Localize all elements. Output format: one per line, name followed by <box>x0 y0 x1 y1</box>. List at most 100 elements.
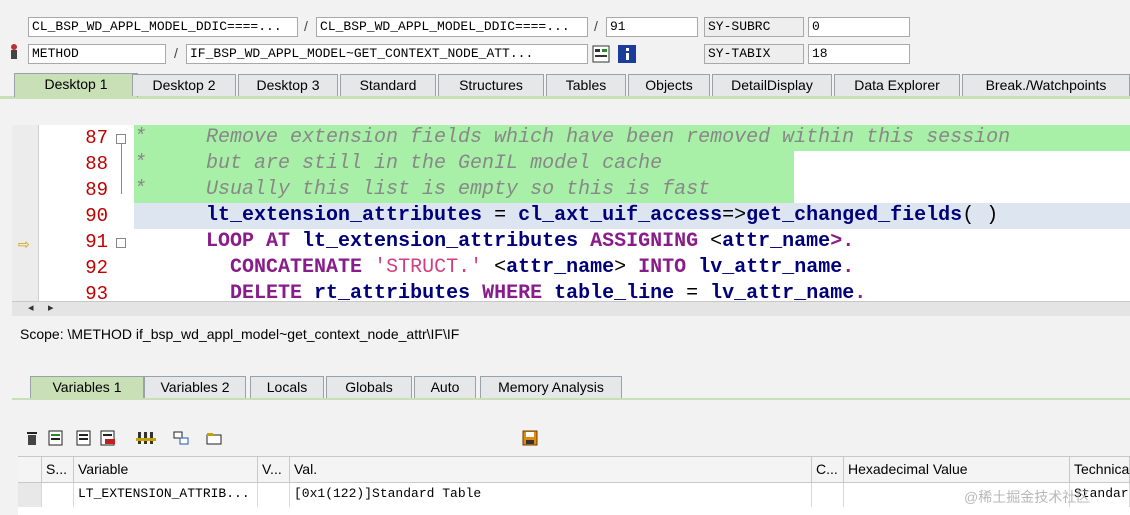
code-token: WHERE <box>482 282 543 301</box>
tab-objects[interactable]: Objects <box>628 74 710 96</box>
code-token: * Usually this list is empty so this is … <box>134 178 711 201</box>
line-number: 87 <box>85 127 108 149</box>
column-header-variable[interactable]: Variable <box>74 457 258 483</box>
code-token: < <box>482 256 507 279</box>
code-token: INTO <box>638 256 687 279</box>
event-field[interactable]: IF_BSP_WD_APPL_MODEL~GET_CONTEXT_NODE_AT… <box>186 44 588 64</box>
row-value[interactable]: [0x1(122)]Standard Table <box>290 483 812 507</box>
row-c <box>812 483 844 507</box>
tab-breakpoints[interactable]: Break./Watchpoints <box>962 74 1130 96</box>
code-line: DELETE rt_attributes WHERE table_line = … <box>134 281 1130 301</box>
row-variable[interactable]: LT_EXTENSION_ATTRIB... <box>74 483 258 507</box>
var-tab-strip-line <box>12 398 1130 400</box>
transfer-icon[interactable] <box>172 430 189 446</box>
code-token: = <box>482 204 519 227</box>
code-token: attr_name <box>722 230 831 253</box>
line-number: 88 <box>85 153 108 175</box>
code-token: < <box>698 230 723 253</box>
save-icon[interactable] <box>522 430 538 446</box>
deselect-all-icon[interactable] <box>76 430 92 446</box>
tab-standard[interactable]: Standard <box>340 74 436 96</box>
scope-label: Scope: \METHOD if_bsp_wd_appl_model~get_… <box>20 326 460 342</box>
tab-memory-analysis[interactable]: Memory Analysis <box>480 376 622 398</box>
code-token: . <box>854 282 867 301</box>
tab-auto[interactable]: Auto <box>414 376 476 398</box>
code-line: * but are still in the GenIL model cache <box>134 151 794 177</box>
scroll-right-icon[interactable]: ▸ <box>48 301 54 314</box>
tab-detaildisplay[interactable]: DetailDisplay <box>712 74 832 96</box>
code-token: => <box>722 204 747 227</box>
tab-desktop-3[interactable]: Desktop 3 <box>238 74 338 96</box>
column-header-hex-value[interactable]: Hexadecimal Value <box>844 457 1070 483</box>
tab-tables[interactable]: Tables <box>546 74 626 96</box>
column-header-select[interactable] <box>18 457 42 483</box>
scroll-left-icon[interactable]: ◂ <box>28 301 34 314</box>
tab-strip-line <box>0 96 1130 99</box>
tab-locals[interactable]: Locals <box>250 376 324 398</box>
event-type-field[interactable]: METHOD <box>28 44 166 64</box>
code-line: LOOP AT lt_extension_attributes ASSIGNIN… <box>134 229 1130 255</box>
line-number: 92 <box>85 257 108 279</box>
row-selector[interactable] <box>18 483 42 507</box>
code-token: table_line <box>554 282 675 301</box>
code-token: ASSIGNING <box>590 230 699 253</box>
line-number: 89 <box>85 179 108 201</box>
column-header-status[interactable]: S... <box>42 457 74 483</box>
include-field[interactable]: CL_BSP_WD_APPL_MODEL_DDIC====... <box>316 17 588 37</box>
current-line-arrow-icon: ⇨ <box>18 236 30 252</box>
line-number: 90 <box>85 205 108 227</box>
code-token: * Remove extension fields which have bee… <box>134 126 1011 149</box>
code-token: 'STRUCT.' <box>374 256 483 279</box>
column-header-technical[interactable]: Technica <box>1070 457 1130 483</box>
program-field[interactable]: CL_BSP_WD_APPL_MODEL_DDIC====... <box>28 17 298 37</box>
remove-lines-icon[interactable] <box>100 430 116 446</box>
code-token: CONCATENATE <box>230 256 363 279</box>
watermark: @稀土掘金技术社区 <box>964 489 1091 505</box>
row-status <box>42 483 74 507</box>
sys-value-2[interactable]: 18 <box>808 44 910 64</box>
sys-field-1[interactable]: SY-SUBRC <box>704 17 804 37</box>
open-folder-icon[interactable] <box>206 430 222 446</box>
tab-desktop-1[interactable]: Desktop 1 <box>14 73 138 97</box>
fold-toggle-icon[interactable] <box>116 134 126 144</box>
method-icon <box>8 43 20 61</box>
code-token: LOOP AT <box>206 230 291 253</box>
code-token: * but are still in the GenIL model cache <box>134 152 663 175</box>
tab-variables-1[interactable]: Variables 1 <box>30 376 144 398</box>
tab-desktop-2[interactable]: Desktop 2 <box>132 74 236 96</box>
code-token: = <box>674 282 711 301</box>
source-code-editor[interactable]: 87 88 89 90 91 92 93 ⇨ * Remove extensio… <box>12 125 1130 301</box>
code-token: lt_extension_attributes <box>206 204 483 227</box>
sys-field-2[interactable]: SY-TABIX <box>704 44 804 64</box>
select-all-icon[interactable] <box>48 430 64 446</box>
code-token: attr_name <box>506 256 615 279</box>
column-header-c[interactable]: C... <box>812 457 844 483</box>
horizontal-scrollbar[interactable]: ◂ ▸ <box>12 301 1130 316</box>
tab-variables-2[interactable]: Variables 2 <box>144 376 246 398</box>
tab-data-explorer[interactable]: Data Explorer <box>834 74 960 96</box>
code-token: lv_attr_name <box>710 282 855 301</box>
line-field[interactable]: 91 <box>606 17 698 37</box>
sys-value-1[interactable]: 0 <box>808 17 910 37</box>
separator: / <box>594 18 598 34</box>
code-token: DELETE <box>230 282 303 301</box>
column-header-value[interactable]: Val. <box>290 457 812 483</box>
source-code-icon[interactable] <box>592 45 610 63</box>
code-line: * Usually this list is empty so this is … <box>134 177 794 203</box>
info-icon[interactable] <box>618 45 636 63</box>
sort-icon[interactable] <box>136 430 156 446</box>
column-header-v[interactable]: V... <box>258 457 290 483</box>
delete-icon[interactable] <box>24 430 40 446</box>
line-number: 93 <box>85 283 108 301</box>
tab-structures[interactable]: Structures <box>438 74 544 96</box>
fold-toggle-icon[interactable] <box>116 238 126 248</box>
tab-globals[interactable]: Globals <box>326 376 412 398</box>
line-number: 91 <box>85 231 108 253</box>
